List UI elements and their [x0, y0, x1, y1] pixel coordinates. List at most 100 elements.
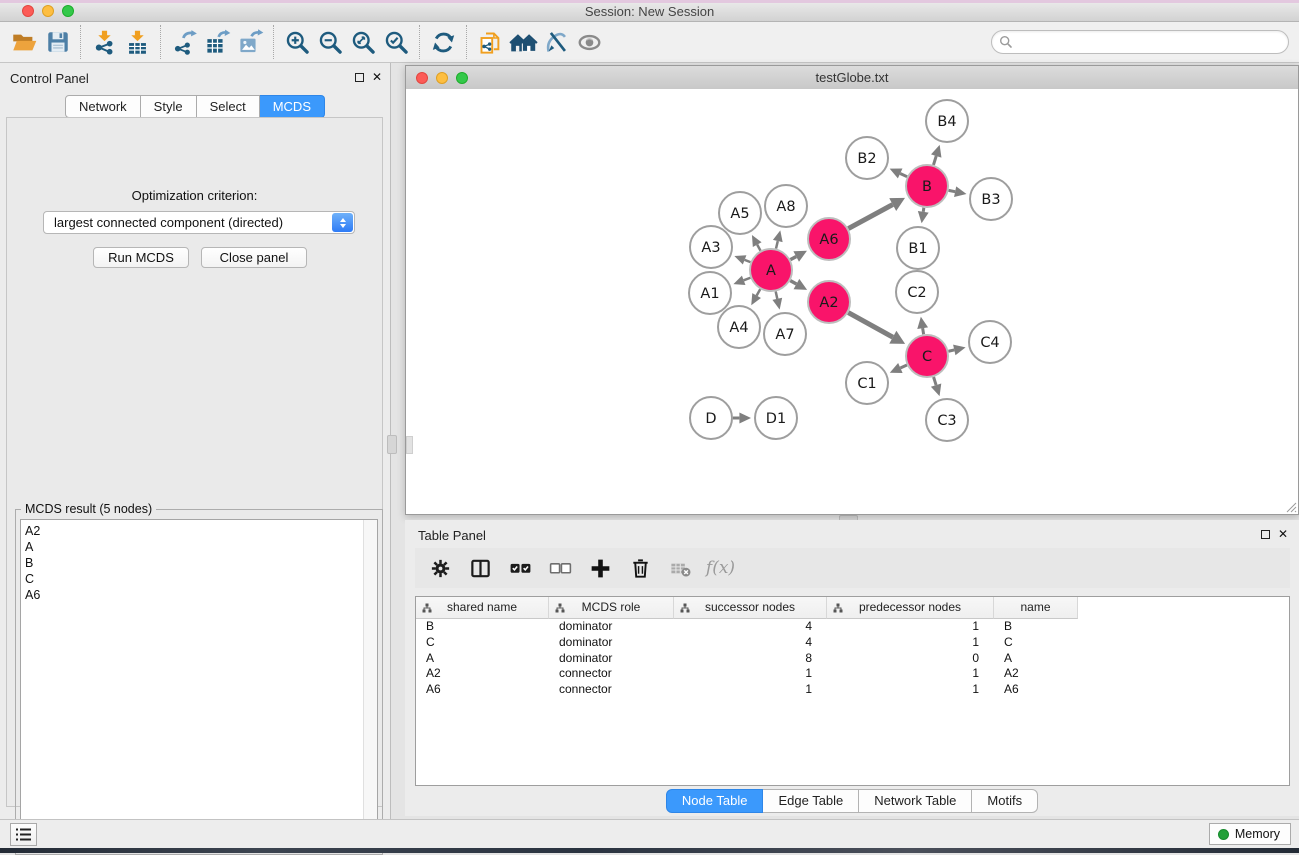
graph-edge-B-B2[interactable]: [900, 173, 907, 176]
graph-edge-A2-C[interactable]: [848, 313, 893, 338]
export-table-icon[interactable]: [201, 24, 234, 60]
cell-mcds-role[interactable]: dominator: [549, 619, 674, 635]
cell-name[interactable]: C: [994, 635, 1078, 651]
import-table-icon[interactable]: [121, 24, 154, 60]
tab-edge-table[interactable]: Edge Table: [763, 789, 859, 813]
cell-successor-nodes[interactable]: 1: [674, 666, 827, 682]
splitter-handle[interactable]: [387, 435, 397, 454]
mcds-result-item[interactable]: A6: [21, 587, 377, 603]
graph-edge-B-B3[interactable]: [949, 190, 956, 191]
tab-mcds[interactable]: MCDS: [260, 95, 325, 118]
export-network-icon[interactable]: [168, 24, 201, 60]
graph-edge-A-A5[interactable]: [757, 245, 760, 251]
graph-edge-A-A1[interactable]: [744, 278, 751, 281]
cell-mcds-role[interactable]: connector: [549, 682, 674, 698]
column-header-shared-name[interactable]: shared name: [416, 597, 549, 619]
run-mcds-button[interactable]: Run MCDS: [93, 247, 189, 268]
tab-select[interactable]: Select: [197, 95, 260, 118]
close-panel-icon[interactable]: ✕: [372, 72, 382, 82]
optimization-criterion-select[interactable]: largest connected component (directed): [43, 211, 355, 234]
graph-edge-A-A4[interactable]: [757, 289, 761, 295]
graph-edge-A-A6[interactable]: [790, 257, 796, 260]
graph-edge-C-C3[interactable]: [934, 377, 937, 385]
tab-network[interactable]: Network: [65, 95, 141, 118]
graph-edge-B-B4[interactable]: [933, 156, 936, 165]
cell-predecessor-nodes[interactable]: 0: [827, 651, 994, 667]
cell-successor-nodes[interactable]: 4: [674, 635, 827, 651]
graph-edge-A-A8[interactable]: [776, 241, 778, 249]
cell-mcds-role[interactable]: dominator: [549, 635, 674, 651]
tab-motifs[interactable]: Motifs: [972, 789, 1038, 813]
search-input[interactable]: [1018, 32, 1282, 52]
table-settings-icon[interactable]: [427, 555, 454, 582]
cell-name[interactable]: B: [994, 619, 1078, 635]
network-window-titlebar[interactable]: testGlobe.txt: [406, 66, 1298, 90]
cell-name[interactable]: A: [994, 651, 1078, 667]
column-header-name[interactable]: name: [994, 597, 1078, 619]
graph-edge-A-A3[interactable]: [745, 260, 751, 262]
show-column-icon[interactable]: [467, 555, 494, 582]
close-panel-button[interactable]: Close panel: [201, 247, 307, 268]
network-canvas[interactable]: B4B2BB3A8A5A6A3B1AC2A1A2A4A7C4CC1DD1C3: [406, 89, 1298, 514]
function-builder-icon[interactable]: f(x): [707, 555, 734, 582]
delete-row-icon[interactable]: [627, 555, 654, 582]
refresh-network-icon[interactable]: [427, 24, 460, 60]
cell-predecessor-nodes[interactable]: 1: [827, 619, 994, 635]
close-panel-icon[interactable]: ✕: [1278, 529, 1288, 539]
tab-node-table[interactable]: Node Table: [666, 789, 764, 813]
mcds-result-item[interactable]: A2: [21, 523, 377, 539]
import-network-icon[interactable]: [88, 24, 121, 60]
canvas-splitter-handle[interactable]: [406, 436, 413, 454]
select-all-icon[interactable]: [507, 555, 534, 582]
cell-shared-name[interactable]: A2: [416, 666, 549, 682]
delete-table-icon[interactable]: [667, 555, 694, 582]
graph-edge-A-A2[interactable]: [790, 281, 796, 284]
column-header-successor-nodes[interactable]: successor nodes: [674, 597, 827, 619]
graph-edge-A6-B[interactable]: [848, 205, 892, 229]
zoom-fit-icon[interactable]: [347, 24, 380, 60]
save-session-icon[interactable]: [41, 24, 74, 60]
tab-network-table[interactable]: Network Table: [859, 789, 972, 813]
float-panel-icon[interactable]: [355, 73, 364, 82]
zoom-in-icon[interactable]: [281, 24, 314, 60]
cell-successor-nodes[interactable]: 1: [674, 682, 827, 698]
cell-name[interactable]: A6: [994, 682, 1078, 698]
mcds-result-item[interactable]: C: [21, 571, 377, 587]
cell-shared-name[interactable]: A: [416, 651, 549, 667]
export-image-icon[interactable]: [234, 24, 267, 60]
graph-edge-C-C4[interactable]: [948, 350, 954, 351]
mcds-result-list[interactable]: A2 A B C A6: [20, 519, 378, 850]
resize-grip[interactable]: [1283, 499, 1297, 513]
cell-successor-nodes[interactable]: 4: [674, 619, 827, 635]
graph-edge-C-C2[interactable]: [923, 328, 924, 334]
mcds-result-item[interactable]: A: [21, 539, 377, 555]
task-history-button[interactable]: [10, 823, 37, 846]
birds-eye-view-icon[interactable]: [573, 24, 606, 60]
graph-edge-B-B1[interactable]: [923, 208, 924, 212]
zoom-out-icon[interactable]: [314, 24, 347, 60]
cell-shared-name[interactable]: B: [416, 619, 549, 635]
tab-style[interactable]: Style: [141, 95, 197, 118]
clone-network-icon[interactable]: [474, 24, 507, 60]
hide-graphics-details-icon[interactable]: [540, 24, 573, 60]
cell-predecessor-nodes[interactable]: 1: [827, 666, 994, 682]
cell-predecessor-nodes[interactable]: 1: [827, 682, 994, 698]
cell-mcds-role[interactable]: connector: [549, 666, 674, 682]
first-neighbors-icon[interactable]: [507, 24, 540, 60]
list-scrollbar[interactable]: [363, 520, 377, 849]
cell-shared-name[interactable]: C: [416, 635, 549, 651]
search-box[interactable]: [991, 30, 1289, 54]
graph-edge-A-A7[interactable]: [776, 291, 778, 298]
zoom-selected-icon[interactable]: [380, 24, 413, 60]
mcds-result-item[interactable]: B: [21, 555, 377, 571]
float-panel-icon[interactable]: [1261, 530, 1270, 539]
deselect-all-icon[interactable]: [547, 555, 574, 582]
add-row-icon[interactable]: [587, 555, 614, 582]
memory-button[interactable]: Memory: [1209, 823, 1291, 845]
graph-edge-C-C1[interactable]: [900, 365, 907, 368]
cell-name[interactable]: A2: [994, 666, 1078, 682]
cell-predecessor-nodes[interactable]: 1: [827, 635, 994, 651]
cell-successor-nodes[interactable]: 8: [674, 651, 827, 667]
cell-shared-name[interactable]: A6: [416, 682, 549, 698]
column-header-mcds-role[interactable]: MCDS role: [549, 597, 674, 619]
